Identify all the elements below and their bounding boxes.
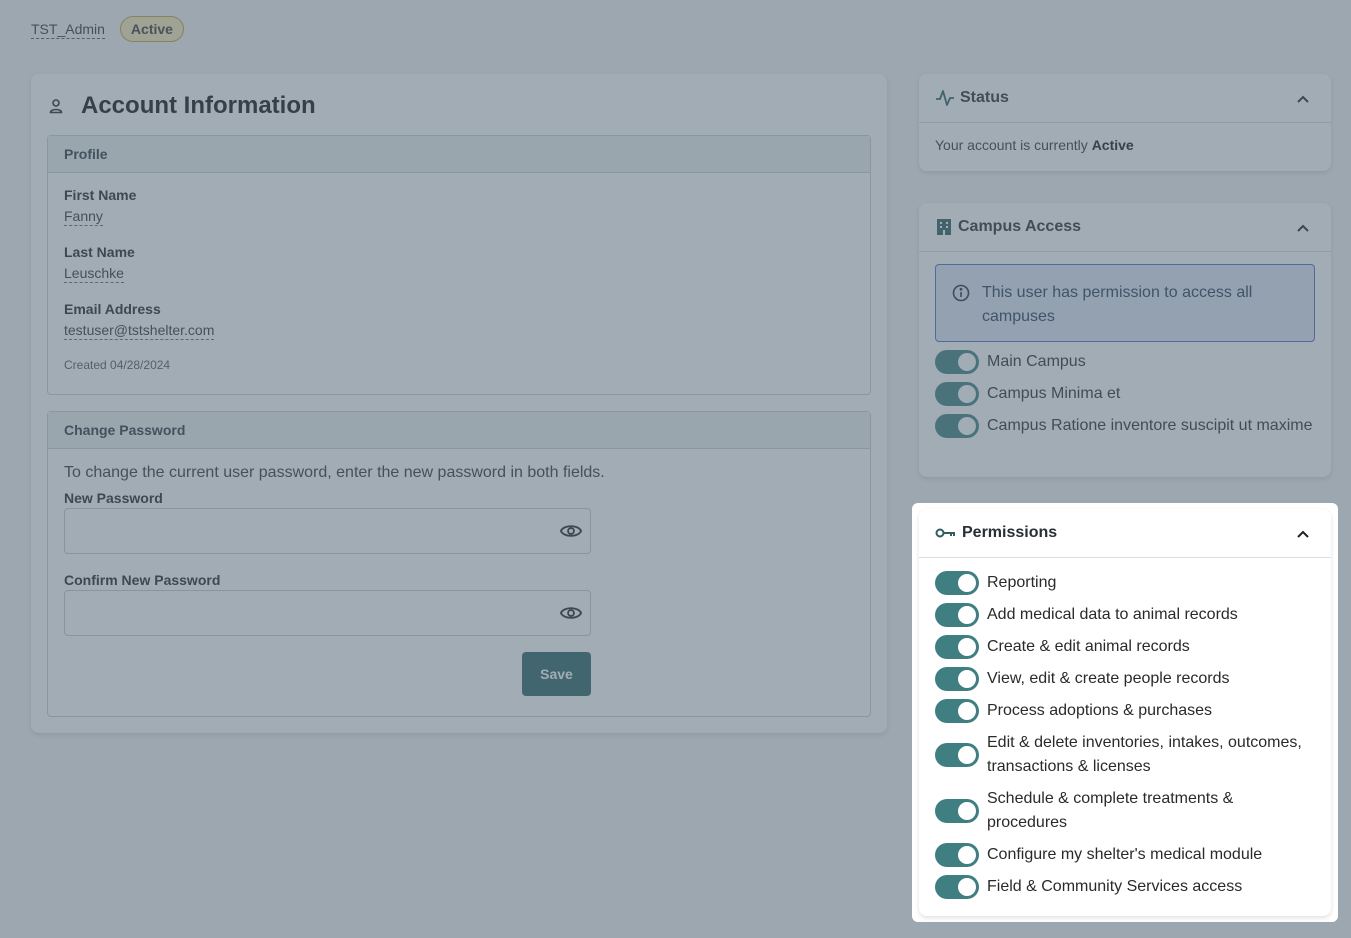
- account-information-card: Account Information Profile First Name F…: [31, 74, 887, 733]
- campus-toggle[interactable]: [935, 414, 979, 438]
- permission-item: View, edit & create people records: [935, 667, 1230, 691]
- top-bar: TST_Admin Active: [31, 16, 184, 42]
- permission-item: Configure my shelter's medical module: [935, 843, 1262, 867]
- new-password-field[interactable]: [64, 508, 591, 554]
- chevron-up-icon[interactable]: [1295, 91, 1311, 107]
- permission-item: Reporting: [935, 571, 1056, 595]
- campus-item: Main Campus: [935, 350, 1086, 374]
- campus-item: Campus Ratione inventore suscipit ut max…: [935, 414, 1312, 438]
- permission-toggle[interactable]: [935, 799, 979, 823]
- chevron-up-icon[interactable]: [1295, 220, 1311, 236]
- permissions-card: Permissions Reporting Add medical data t…: [919, 509, 1331, 916]
- email-value[interactable]: testuser@tstshelter.com: [64, 321, 215, 340]
- permission-toggle[interactable]: [935, 667, 979, 691]
- building-icon: [937, 219, 951, 235]
- permission-toggle[interactable]: [935, 603, 979, 627]
- permission-item: Process adoptions & purchases: [935, 699, 1212, 723]
- eye-icon[interactable]: [560, 602, 582, 624]
- campus-access-card: Campus Access This user has permission t…: [919, 203, 1331, 477]
- permission-item: Edit & delete inventories, intakes, outc…: [935, 731, 1317, 779]
- permission-toggle[interactable]: [935, 743, 979, 767]
- info-icon: [952, 284, 970, 302]
- permissions-header[interactable]: Permissions: [919, 509, 1331, 558]
- status-badge: Active: [119, 16, 184, 42]
- status-header[interactable]: Status: [919, 74, 1331, 123]
- permission-item: Field & Community Services access: [935, 875, 1242, 899]
- last-name-value[interactable]: Leuschke: [64, 264, 124, 283]
- permission-item: Create & edit animal records: [935, 635, 1190, 659]
- campus-info-text: This user has permission to access all c…: [982, 284, 1253, 325]
- campus-access-title: Campus Access: [958, 218, 1082, 235]
- permission-toggle[interactable]: [935, 875, 979, 899]
- permission-label: Field & Community Services access: [987, 878, 1243, 895]
- user-icon: [49, 99, 63, 114]
- key-icon: [935, 528, 955, 538]
- status-value: Active: [1091, 137, 1134, 153]
- campus-label: Campus Ratione inventore suscipit ut max…: [987, 417, 1313, 434]
- created-date: Created 04/28/2024: [64, 358, 171, 372]
- campus-toggle[interactable]: [935, 382, 979, 406]
- permissions-title: Permissions: [962, 524, 1058, 541]
- status-card: Status Your account is currently Active: [919, 74, 1331, 171]
- permission-toggle[interactable]: [935, 843, 979, 867]
- eye-icon[interactable]: [560, 520, 582, 542]
- chevron-up-icon[interactable]: [1295, 526, 1311, 542]
- permission-toggle[interactable]: [935, 635, 979, 659]
- permission-label: Schedule & complete treatments & procedu…: [987, 790, 1234, 831]
- new-password-label: New Password: [64, 490, 163, 506]
- campus-access-header[interactable]: Campus Access: [919, 203, 1331, 252]
- permission-label: Process adoptions & purchases: [987, 702, 1213, 719]
- permission-toggle[interactable]: [935, 571, 979, 595]
- campus-item: Campus Minima et: [935, 382, 1120, 406]
- profile-section: Profile First Name Fanny Last Name Leusc…: [47, 135, 871, 395]
- account-header: Account Information: [49, 92, 316, 120]
- permission-label: View, edit & create people records: [987, 670, 1230, 687]
- username-link[interactable]: TST_Admin: [31, 20, 105, 39]
- permission-label: Create & edit animal records: [987, 638, 1190, 655]
- permission-item: Add medical data to animal records: [935, 603, 1238, 627]
- change-password-heading: Change Password: [48, 412, 870, 449]
- email-label: Email Address: [64, 301, 161, 317]
- profile-heading: Profile: [48, 136, 870, 173]
- permission-label: Configure my shelter's medical module: [987, 846, 1263, 863]
- permission-label: Reporting: [987, 574, 1057, 591]
- campus-info-alert: This user has permission to access all c…: [935, 264, 1315, 342]
- last-name-label: Last Name: [64, 244, 135, 260]
- first-name-value[interactable]: Fanny: [64, 207, 103, 226]
- campus-label: Main Campus: [987, 353, 1086, 370]
- campus-label: Campus Minima et: [987, 385, 1121, 402]
- status-text-prefix: Your account is currently: [935, 137, 1088, 153]
- permission-item: Schedule & complete treatments & procedu…: [935, 787, 1317, 835]
- save-button[interactable]: Save: [522, 652, 591, 696]
- status-text: Your account is currently Active: [935, 137, 1134, 153]
- activity-icon: [936, 90, 954, 106]
- password-description: To change the current user password, ent…: [64, 464, 605, 481]
- permission-toggle[interactable]: [935, 699, 979, 723]
- status-title: Status: [960, 89, 1009, 106]
- permission-label: Edit & delete inventories, intakes, outc…: [987, 734, 1302, 775]
- first-name-label: First Name: [64, 187, 137, 203]
- permission-label: Add medical data to animal records: [987, 606, 1238, 623]
- campus-toggle[interactable]: [935, 350, 979, 374]
- page-title: Account Information: [81, 92, 316, 119]
- change-password-section: Change Password To change the current us…: [47, 411, 871, 717]
- confirm-password-label: Confirm New Password: [64, 572, 221, 588]
- confirm-password-field[interactable]: [64, 590, 591, 636]
